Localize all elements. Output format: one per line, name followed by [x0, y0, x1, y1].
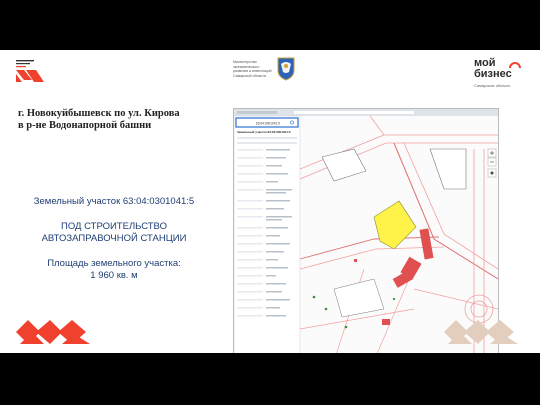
building: [354, 259, 357, 262]
building: [382, 319, 390, 325]
brand-line2: бизнес: [474, 68, 512, 80]
map-canvas[interactable]: 63:04:0301041:5 Земельный участок 63:04:…: [234, 109, 498, 353]
decorative-zigzag: [444, 320, 518, 344]
cadastral-map[interactable]: 63:04:0301041:5 Земельный участок 63:04:…: [233, 108, 499, 353]
parcel-cadastral: Земельный участок 63:04:0301041:5: [33, 196, 195, 207]
parcel-area-label: Площадь земельного участка:: [47, 258, 181, 269]
parcel-area-value: 1 960 кв. м: [90, 270, 138, 281]
brand-subtitle: Самарская область: [474, 83, 511, 88]
panel-title: Земельный участок 63:04:0301041:5: [237, 130, 291, 134]
decorative-zigzag: [16, 320, 90, 344]
map-controls[interactable]: [487, 148, 497, 178]
location-heading: г. Новокуйбышевск по ул. Кирова в р-не В…: [18, 108, 248, 132]
parcel-purpose-line2: АВТОЗАПРАВОЧНОЙ СТАНЦИИ: [41, 233, 187, 244]
parcel-info: Земельный участок 63:04:0301041:5 ПОД СТ…: [14, 196, 214, 282]
slide: Министерство экономического развития и и…: [0, 50, 540, 353]
parcel-purpose-line1: ПОД СТРОИТЕЛЬСТВО: [61, 221, 167, 232]
logo-icon: [14, 58, 46, 88]
heading-line1: г. Новокуйбышевск по ул. Кирова: [18, 108, 180, 119]
ministry-text: Министерство экономического развития и и…: [233, 60, 273, 78]
search-input-value: 63:04:0301041:5: [256, 122, 280, 126]
heading-line2: в р-не Водонапорной башни: [18, 120, 152, 131]
ministry-line: Самарской области: [233, 73, 266, 78]
brand-logo: мой бизнес Самарская область: [474, 58, 530, 94]
brand-arc-icon: [509, 62, 521, 69]
emblem-icon: [277, 57, 295, 81]
